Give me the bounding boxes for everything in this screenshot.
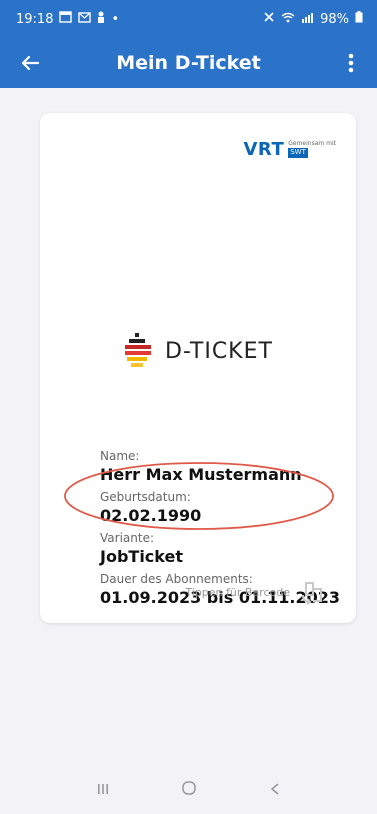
variant-value: JobTicket	[100, 547, 183, 566]
mute-icon	[263, 11, 275, 27]
variant-label: Variante:	[100, 531, 154, 545]
recent-apps-button[interactable]	[96, 781, 110, 800]
system-back-button[interactable]	[269, 781, 281, 800]
birthdate-value: 02.02.1990	[100, 506, 202, 525]
partner-tag: SWT	[288, 148, 308, 159]
overflow-menu-button[interactable]	[335, 47, 367, 79]
status-right: 98%	[263, 11, 363, 27]
back-button[interactable]	[14, 47, 46, 79]
recent-apps-icon	[97, 783, 108, 794]
status-time: 19:18	[16, 11, 54, 27]
partner-logo: Gemeinsam mit SWT	[288, 139, 336, 159]
page-title: Mein D-Ticket	[116, 52, 261, 74]
name-label: Name:	[100, 449, 140, 463]
name-value: Herr Max Mustermann	[100, 465, 302, 484]
more-vert-icon	[348, 53, 354, 73]
status-left: 19:18 •	[16, 11, 119, 27]
ticket-card[interactable]: VRT Gemeinsam mit SWT D-TICKET Name: Her…	[40, 113, 356, 623]
operator-logo: VRT Gemeinsam mit SWT	[243, 139, 336, 160]
person-notification-icon	[97, 11, 105, 27]
tap-for-barcode-text: Tippen für Barcode	[185, 585, 290, 599]
system-nav-bar	[0, 766, 377, 814]
mail-notification-icon	[78, 11, 92, 27]
birthdate-label: Geburtsdatum:	[100, 490, 191, 504]
barcode-swap-icon	[302, 582, 322, 605]
app-bar: Mein D-Ticket	[0, 38, 377, 88]
operator-logo-text: VRT	[243, 139, 285, 160]
calendar-notification-icon	[59, 11, 73, 27]
battery-percentage: 98%	[320, 11, 349, 27]
partner-small-text: Gemeinsam mit	[288, 139, 336, 147]
d-ticket-brand-text: D-TICKET	[165, 338, 273, 364]
back-nav-icon	[270, 782, 279, 795]
status-bar: 19:18 • 98%	[0, 0, 377, 38]
d-ticket-brand: D-TICKET	[40, 333, 356, 369]
d-ticket-flag-icon	[125, 333, 152, 367]
signal-icon	[301, 12, 314, 27]
dot-indicator-icon: •	[111, 11, 120, 27]
wifi-icon	[281, 12, 295, 27]
home-button[interactable]	[181, 780, 197, 800]
battery-icon	[355, 11, 363, 27]
home-icon	[182, 781, 197, 795]
barcode-toggle[interactable]: Tippen für Barcode	[185, 577, 328, 607]
back-arrow-icon	[21, 55, 40, 71]
